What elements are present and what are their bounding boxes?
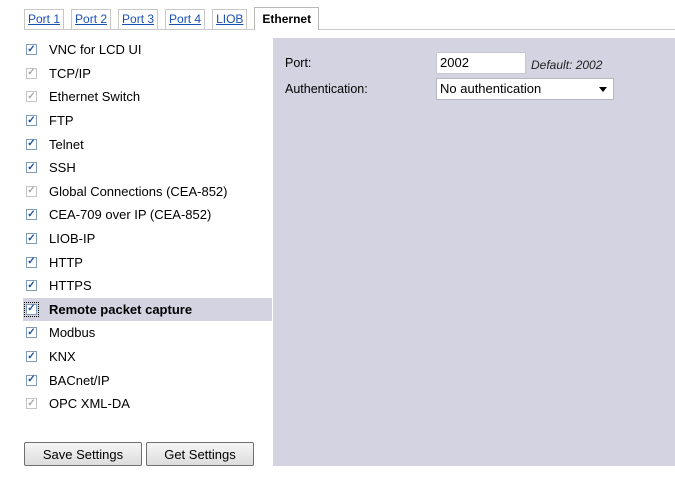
service-item-http[interactable]: ✓ HTTP bbox=[23, 250, 272, 274]
checkbox[interactable]: ✓ bbox=[26, 280, 37, 292]
get-settings-button[interactable]: Get Settings bbox=[146, 442, 254, 466]
tab-liob[interactable]: LIOB bbox=[212, 9, 248, 29]
tab-ethernet[interactable]: Ethernet bbox=[254, 7, 320, 30]
service-item-liob-ip[interactable]: ✓ LIOB-IP bbox=[23, 227, 272, 251]
service-item-tcp-ip[interactable]: ✓ TCP/IP bbox=[23, 62, 272, 86]
service-label: Remote packet capture bbox=[49, 301, 193, 317]
checkbox[interactable]: ✓ bbox=[26, 327, 37, 339]
checkbox: ✓ bbox=[26, 90, 37, 103]
service-label: SSH bbox=[49, 160, 76, 176]
settings-panel: Port: 2002 Default: 2002 Authentication:… bbox=[273, 38, 675, 466]
service-item-https[interactable]: ✓ HTTPS bbox=[23, 274, 272, 298]
tab-port-1[interactable]: Port 1 bbox=[24, 9, 65, 29]
service-label: HTTP bbox=[49, 254, 83, 270]
checkbox[interactable]: ✓ bbox=[26, 162, 37, 174]
service-item-global-connections-cea-852[interactable]: ✓ Global Connections (CEA-852) bbox=[23, 180, 272, 204]
service-item-ssh[interactable]: ✓ SSH bbox=[23, 156, 272, 180]
checkbox[interactable]: ✓ bbox=[26, 233, 37, 245]
checkbox[interactable]: ✓ bbox=[26, 138, 37, 150]
service-item-vnc-for-lcd-ui[interactable]: ✓ VNC for LCD UI bbox=[23, 38, 272, 62]
service-label: TCP/IP bbox=[49, 65, 91, 81]
service-list: ✓ VNC for LCD UI ✓ TCP/IP ✓ Ethernet Switch ✓ F… bbox=[23, 38, 272, 416]
service-item-opc-xml-da[interactable]: ✓ OPC XML-DA bbox=[23, 392, 272, 416]
checkbox[interactable]: ✓ bbox=[24, 301, 39, 317]
service-label: KNX bbox=[49, 349, 76, 365]
tab-divider bbox=[24, 29, 675, 30]
service-label: Telnet bbox=[49, 136, 84, 152]
checkbox: ✓ bbox=[26, 397, 37, 410]
checkbox: ✓ bbox=[26, 185, 37, 197]
service-item-ethernet-switch[interactable]: ✓ Ethernet Switch bbox=[23, 85, 272, 109]
authentication-value: No authentication bbox=[440, 81, 542, 96]
port-input[interactable]: 2002 bbox=[436, 52, 526, 74]
service-label: BACnet/IP bbox=[49, 372, 110, 388]
service-label: Modbus bbox=[49, 325, 96, 341]
service-item-knx[interactable]: ✓ KNX bbox=[23, 345, 272, 369]
service-item-bacnet-ip[interactable]: ✓ BACnet/IP bbox=[23, 368, 272, 392]
service-label: FTP bbox=[49, 113, 74, 129]
authentication-label: Authentication: bbox=[285, 82, 368, 96]
authentication-select[interactable]: No authentication bbox=[436, 78, 614, 100]
save-settings-button[interactable]: Save Settings bbox=[24, 442, 142, 466]
tab-port-2[interactable]: Port 2 bbox=[71, 9, 112, 29]
port-label: Port: bbox=[285, 56, 312, 70]
service-label: Ethernet Switch bbox=[49, 89, 141, 105]
dropdown-arrow-icon[interactable] bbox=[599, 87, 607, 92]
checkbox: ✓ bbox=[26, 67, 37, 79]
port-default-hint: Default: 2002 bbox=[531, 58, 603, 72]
checkbox[interactable]: ✓ bbox=[26, 351, 37, 363]
service-label: LIOB-IP bbox=[49, 231, 96, 247]
service-label: OPC XML-DA bbox=[49, 396, 130, 412]
service-item-cea-709-over-ip-cea-852[interactable]: ✓ CEA-709 over IP (CEA-852) bbox=[23, 203, 272, 227]
service-label: VNC for LCD UI bbox=[49, 42, 142, 58]
service-item-telnet[interactable]: ✓ Telnet bbox=[23, 132, 272, 156]
checkbox[interactable]: ✓ bbox=[26, 44, 37, 56]
checkbox[interactable]: ✓ bbox=[26, 209, 37, 221]
checkbox[interactable]: ✓ bbox=[26, 256, 37, 268]
service-label: Global Connections (CEA-852) bbox=[49, 183, 228, 199]
service-item-ftp[interactable]: ✓ FTP bbox=[23, 109, 272, 133]
service-label: CEA-709 over IP (CEA-852) bbox=[49, 207, 212, 223]
service-item-remote-packet-capture[interactable]: ✓ Remote packet capture bbox=[23, 297, 272, 322]
service-item-modbus[interactable]: ✓ Modbus bbox=[23, 321, 272, 345]
tab-bar: Port 1 Port 2 Port 3 Port 4 LIOB Etherne… bbox=[24, 7, 326, 30]
tab-port-3[interactable]: Port 3 bbox=[118, 9, 159, 29]
tab-port-4[interactable]: Port 4 bbox=[165, 9, 206, 29]
service-label: HTTPS bbox=[49, 278, 92, 294]
checkbox[interactable]: ✓ bbox=[26, 115, 37, 127]
checkbox[interactable]: ✓ bbox=[26, 374, 37, 386]
